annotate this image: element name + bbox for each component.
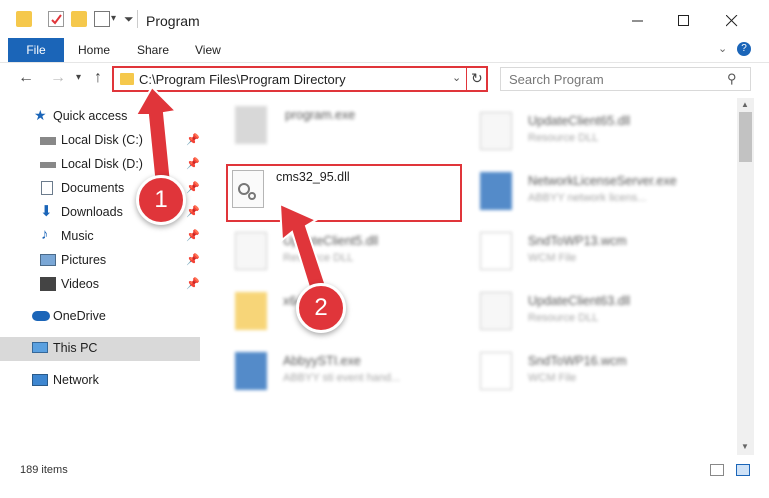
sidebar-item-music[interactable]: ♪ Music 📌: [0, 225, 200, 249]
forward-arrow-icon[interactable]: →: [50, 69, 66, 87]
minimize-button[interactable]: [615, 6, 661, 36]
file-item-updateclient65[interactable]: UpdateClient65.dll Resource DLL: [470, 104, 720, 160]
sidebar-item-pictures[interactable]: Pictures 📌: [0, 249, 200, 273]
file-item-abbyysti[interactable]: AbbyySTI.exe ABBYY sti event hand...: [225, 344, 475, 400]
scroll-up-icon[interactable]: ▲: [741, 100, 749, 109]
tab-home[interactable]: Home: [78, 38, 110, 62]
videos-icon: [40, 277, 56, 291]
scroll-down-icon[interactable]: ▼: [741, 442, 749, 451]
file-item-program-exe[interactable]: program.exe: [225, 98, 475, 154]
exe-icon: [480, 172, 512, 210]
file-item-updateclient63[interactable]: UpdateClient63.dll Resource DLL: [470, 284, 720, 340]
file-item-sndtowp13[interactable]: SndToWP13.wcm WCM File: [470, 224, 720, 280]
tab-share[interactable]: Share: [137, 38, 169, 62]
pictures-icon: [40, 254, 56, 266]
pin-icon[interactable]: 📌: [186, 277, 200, 290]
tab-view[interactable]: View: [195, 38, 221, 62]
large-icons-view-icon[interactable]: [736, 464, 750, 476]
folder-icon: [16, 11, 32, 27]
step-badge-2: 2: [296, 283, 346, 333]
help-icon[interactable]: ?: [737, 42, 751, 56]
sidebar-item-network[interactable]: Network: [0, 369, 200, 393]
file-item-networklicenseserver[interactable]: NetworkLicenseServer.exe ABBYY network l…: [470, 164, 720, 220]
search-placeholder: Search Program: [509, 72, 604, 87]
scrollbar-thumb[interactable]: [739, 112, 752, 162]
pin-icon[interactable]: 📌: [186, 205, 200, 218]
dll-icon: [480, 112, 512, 150]
ribbon: File Home Share View ⌄ ?: [0, 38, 769, 63]
sidebar-item-this-pc[interactable]: This PC: [0, 337, 200, 361]
address-row: ← → ▾ ↑ C:\Program Files\Program Directo…: [0, 63, 769, 95]
drive-icon: [40, 162, 56, 168]
chevron-down-icon[interactable]: ▾: [111, 13, 116, 24]
dll-icon: [235, 232, 267, 270]
file-item-sndtowp16[interactable]: SndToWP16.wcm WCM File: [470, 344, 720, 400]
search-icon[interactable]: ⚲: [727, 71, 737, 87]
download-icon: ⬇: [40, 203, 53, 220]
network-icon: [32, 374, 48, 386]
drive-icon: [40, 137, 56, 145]
up-arrow-icon[interactable]: ↑: [94, 69, 102, 87]
maximize-button[interactable]: [661, 6, 707, 36]
recent-locations-icon[interactable]: ▾: [76, 72, 81, 83]
back-arrow-icon[interactable]: ←: [18, 69, 34, 87]
music-icon: ♪: [41, 226, 49, 243]
chevron-down-icon[interactable]: ⌄: [452, 71, 461, 84]
document-icon: [41, 181, 53, 195]
pin-icon[interactable]: 📌: [186, 229, 200, 242]
dll-icon: [480, 292, 512, 330]
step-badge-1: 1: [136, 175, 186, 225]
folder-icon: [235, 292, 267, 330]
divider: [466, 66, 467, 92]
expand-ribbon-icon[interactable]: ⌄: [718, 42, 727, 55]
cloud-icon: [32, 311, 50, 321]
refresh-icon[interactable]: ↻: [471, 70, 483, 87]
close-button[interactable]: [709, 6, 755, 36]
status-bar: 189 items: [0, 455, 769, 498]
title-bar: ▾ ⏷ Program: [0, 0, 769, 38]
divider: [137, 10, 138, 28]
view-icon[interactable]: [94, 11, 110, 27]
vertical-scrollbar[interactable]: ▲ ▼: [737, 98, 754, 455]
exe-icon: [235, 352, 267, 390]
file-icon: [480, 352, 512, 390]
computer-icon: [32, 342, 48, 353]
item-count: 189 items: [20, 464, 68, 476]
properties-icon[interactable]: [48, 11, 64, 27]
pin-icon[interactable]: 📌: [186, 253, 200, 266]
sidebar-item-onedrive[interactable]: OneDrive: [0, 305, 200, 329]
file-icon: [480, 232, 512, 270]
window-title: Program: [146, 13, 200, 29]
star-icon: ★: [34, 107, 47, 123]
customize-toolbar-icon[interactable]: ⏷: [124, 12, 134, 27]
exe-icon: [235, 106, 267, 144]
details-view-icon[interactable]: [710, 464, 724, 476]
sidebar-item-videos[interactable]: Videos 📌: [0, 273, 200, 297]
search-input[interactable]: Search Program ⚲: [500, 67, 751, 91]
new-folder-icon[interactable]: [71, 11, 87, 27]
tab-file[interactable]: File: [8, 38, 64, 62]
folder-icon: [120, 73, 134, 85]
